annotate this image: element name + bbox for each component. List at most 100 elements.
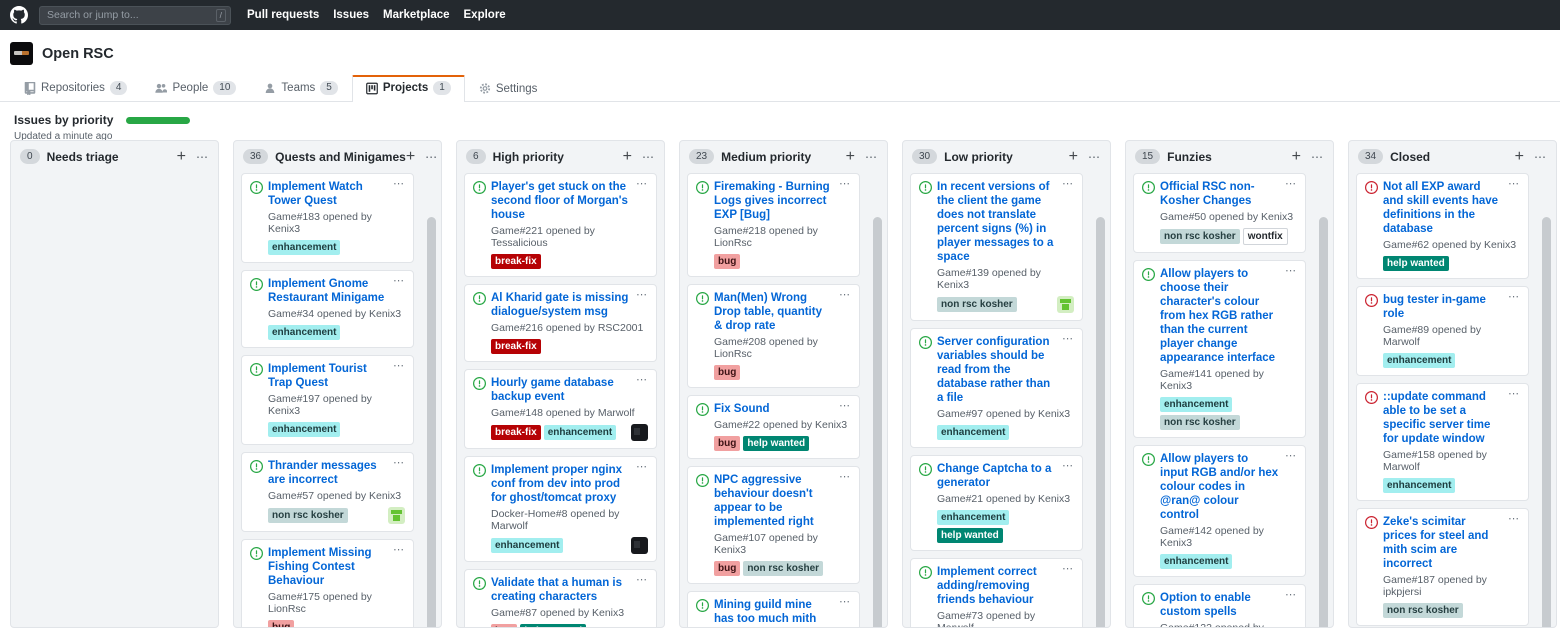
issue-label[interactable]: bug — [714, 561, 740, 576]
issue-label[interactable]: help wanted — [520, 624, 586, 628]
card-menu-button[interactable]: ⋯ — [1062, 565, 1074, 574]
issue-card[interactable]: Hourly game database backup event⋯Game#1… — [464, 369, 657, 449]
issue-card[interactable]: Option to enable custom spells⋯Game#122 … — [1133, 584, 1306, 628]
card-menu-button[interactable]: ⋯ — [839, 180, 851, 189]
issue-card[interactable]: Fix Sound⋯Game#22 opened by Kenix3bughel… — [687, 395, 860, 459]
issue-label[interactable]: enhancement — [268, 325, 340, 340]
tab-repositories[interactable]: Repositories4 — [10, 74, 141, 102]
issue-card[interactable]: NPC aggressive behaviour doesn't appear … — [687, 466, 860, 584]
column-scrollbar[interactable] — [1542, 217, 1551, 628]
card-menu-button[interactable]: ⋯ — [839, 402, 851, 411]
add-card-button[interactable]: + — [406, 151, 415, 162]
tab-settings[interactable]: Settings — [465, 75, 552, 102]
issue-card[interactable]: Man(Men) Wrong Drop table, quantity & dr… — [687, 284, 860, 388]
assignee-avatar[interactable] — [631, 424, 648, 441]
card-menu-button[interactable]: ⋯ — [839, 473, 851, 482]
org-name[interactable]: Open RSC — [42, 46, 114, 62]
issue-title[interactable]: ::update command able to be set a specif… — [1383, 390, 1502, 446]
issue-card[interactable]: Implement Watch Tower Quest⋯Game#183 ope… — [241, 173, 414, 263]
tab-projects[interactable]: Projects1 — [352, 75, 465, 102]
nav-issues[interactable]: Issues — [333, 9, 369, 21]
issue-card[interactable]: Implement correct adding/removing friend… — [910, 558, 1083, 628]
tab-people[interactable]: People10 — [141, 74, 250, 102]
tab-teams[interactable]: Teams5 — [250, 74, 351, 102]
issue-title[interactable]: NPC aggressive behaviour doesn't appear … — [714, 473, 833, 529]
issue-label[interactable]: enhancement — [268, 422, 340, 437]
assignee-avatar[interactable] — [631, 537, 648, 554]
issue-title[interactable]: Implement Gnome Restaurant Minigame — [268, 277, 387, 305]
issue-card[interactable]: Mining guild mine has too much mith and … — [687, 591, 860, 628]
project-title[interactable]: Issues by priority — [14, 113, 113, 127]
issue-title[interactable]: Zeke's scimitar prices for steel and mit… — [1383, 515, 1502, 571]
issue-label[interactable]: bug — [491, 624, 517, 628]
issue-title[interactable]: Mining guild mine has too much mith and … — [714, 598, 833, 628]
nav-explore[interactable]: Explore — [464, 9, 506, 21]
issue-label[interactable]: help wanted — [1383, 256, 1449, 271]
nav-pull-requests[interactable]: Pull requests — [247, 9, 319, 21]
issue-title[interactable]: Firemaking - Burning Logs gives incorrec… — [714, 180, 833, 222]
issue-label[interactable]: enhancement — [491, 538, 563, 553]
card-menu-button[interactable]: ⋯ — [839, 291, 851, 300]
card-menu-button[interactable]: ⋯ — [393, 546, 405, 555]
issue-card[interactable]: Implement Missing Fishing Contest Behavi… — [241, 539, 414, 628]
card-menu-button[interactable]: ⋯ — [1508, 515, 1520, 524]
issue-label[interactable]: enhancement — [268, 240, 340, 255]
search-input[interactable] — [47, 9, 216, 21]
add-card-button[interactable]: + — [846, 151, 855, 162]
column-scrollbar[interactable] — [1319, 217, 1328, 628]
card-menu-button[interactable]: ⋯ — [839, 598, 851, 607]
column-menu-button[interactable]: ⋯ — [865, 153, 878, 161]
issue-title[interactable]: Server configuration variables should be… — [937, 335, 1056, 405]
issue-title[interactable]: Man(Men) Wrong Drop table, quantity & dr… — [714, 291, 833, 333]
card-menu-button[interactable]: ⋯ — [393, 459, 405, 468]
card-menu-button[interactable]: ⋯ — [636, 463, 648, 472]
issue-label[interactable]: wontfix — [1243, 228, 1288, 245]
card-menu-button[interactable]: ⋯ — [1285, 267, 1297, 276]
issue-title[interactable]: Fix Sound — [714, 402, 833, 416]
org-avatar[interactable] — [10, 42, 33, 65]
issue-title[interactable]: Hourly game database backup event — [491, 376, 630, 404]
issue-title[interactable]: Implement Missing Fishing Contest Behavi… — [268, 546, 387, 588]
issue-card[interactable]: Player's get stuck on the second floor o… — [464, 173, 657, 277]
header-search[interactable]: / — [39, 6, 231, 25]
card-menu-button[interactable]: ⋯ — [636, 376, 648, 385]
issue-card[interactable]: Firemaking - Burning Logs gives incorrec… — [687, 173, 860, 277]
issue-title[interactable]: bug tester in-game role — [1383, 293, 1502, 321]
card-menu-button[interactable]: ⋯ — [393, 362, 405, 371]
add-card-button[interactable]: + — [1515, 151, 1524, 162]
column-menu-button[interactable]: ⋯ — [425, 153, 438, 161]
issue-label[interactable]: bug — [714, 365, 740, 380]
issue-label[interactable]: enhancement — [937, 425, 1009, 440]
issue-card[interactable]: bug tester in-game role⋯Game#89 opened b… — [1356, 286, 1529, 376]
card-menu-button[interactable]: ⋯ — [393, 180, 405, 189]
card-menu-button[interactable]: ⋯ — [1285, 591, 1297, 600]
issue-label[interactable]: help wanted — [937, 528, 1003, 543]
column-scrollbar[interactable] — [427, 217, 436, 628]
issue-title[interactable]: Validate that a human is creating charac… — [491, 576, 630, 604]
issue-label[interactable]: non rsc kosher — [937, 297, 1017, 312]
issue-label[interactable]: enhancement — [1383, 478, 1455, 493]
card-menu-button[interactable]: ⋯ — [1508, 390, 1520, 399]
issue-card[interactable]: Change Captcha to a generator⋯Game#21 op… — [910, 455, 1083, 551]
issue-label[interactable]: bug — [714, 254, 740, 269]
add-card-button[interactable]: + — [623, 151, 632, 162]
issue-card[interactable]: Validate that a human is creating charac… — [464, 569, 657, 628]
card-menu-button[interactable]: ⋯ — [1508, 293, 1520, 302]
card-menu-button[interactable]: ⋯ — [636, 576, 648, 585]
issue-card[interactable]: Zeke's scimitar prices for steel and mit… — [1356, 508, 1529, 626]
issue-title[interactable]: Al Kharid gate is missing dialogue/syste… — [491, 291, 630, 319]
issue-label[interactable]: bug — [268, 620, 294, 628]
card-menu-button[interactable]: ⋯ — [393, 277, 405, 286]
column-scrollbar[interactable] — [873, 217, 882, 628]
issue-card[interactable]: Allow players to input RGB and/or hex co… — [1133, 445, 1306, 577]
column-menu-button[interactable]: ⋯ — [1534, 153, 1547, 161]
issue-label[interactable]: enhancement — [544, 425, 616, 440]
issue-card[interactable]: Server configuration variables should be… — [910, 328, 1083, 448]
issue-label[interactable]: break-fix — [491, 339, 541, 354]
column-scrollbar[interactable] — [1096, 217, 1105, 628]
issue-label[interactable]: non rsc kosher — [743, 561, 823, 576]
issue-card[interactable]: Implement Gnome Restaurant Minigame⋯Game… — [241, 270, 414, 348]
issue-title[interactable]: Implement Watch Tower Quest — [268, 180, 387, 208]
card-menu-button[interactable]: ⋯ — [1285, 452, 1297, 461]
card-menu-button[interactable]: ⋯ — [1062, 335, 1074, 344]
